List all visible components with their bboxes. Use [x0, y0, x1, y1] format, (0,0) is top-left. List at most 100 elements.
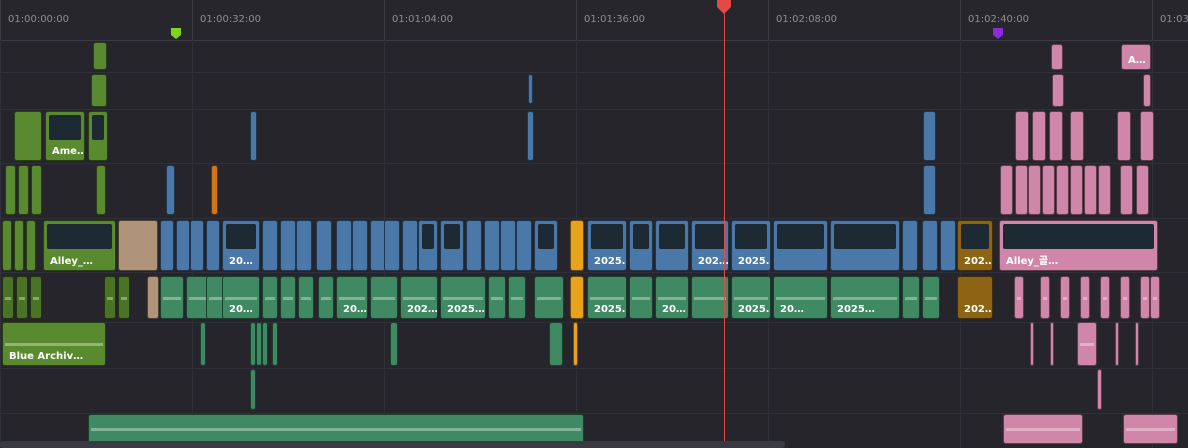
clip-v3[interactable]: [211, 165, 218, 215]
clip-v2[interactable]: [160, 220, 174, 271]
clip-v3[interactable]: [1028, 165, 1041, 215]
clip-v4[interactable]: [250, 111, 257, 161]
clip-v2[interactable]: [440, 220, 464, 271]
clip-v2[interactable]: [206, 220, 220, 271]
clip-a1-20[interactable]: 20…: [222, 276, 260, 319]
clip-a2[interactable]: [1135, 322, 1139, 366]
clip-v4[interactable]: [1049, 111, 1063, 161]
clip-a1[interactable]: [508, 276, 526, 319]
clip-a2-blue-archive[interactable]: Blue Archiv…: [2, 322, 106, 366]
clip-v3[interactable]: [18, 165, 29, 215]
clip-v2[interactable]: [176, 220, 190, 271]
clip-a2[interactable]: [200, 322, 206, 366]
clip-a1[interactable]: [922, 276, 940, 319]
clip-v2[interactable]: [2, 220, 12, 271]
clip-a2[interactable]: [549, 322, 563, 366]
clip-v2[interactable]: [940, 220, 956, 271]
marker-purple-icon[interactable]: [993, 28, 1003, 39]
clip-v3[interactable]: [166, 165, 175, 215]
clip-a2[interactable]: [272, 322, 278, 366]
clip-a3[interactable]: [1097, 369, 1102, 410]
clip-a1[interactable]: [1040, 276, 1050, 319]
clip-v4[interactable]: [923, 111, 936, 161]
clip-v3[interactable]: [923, 165, 936, 215]
clip-v2-gold[interactable]: 202…: [957, 220, 993, 271]
clip-v2[interactable]: [280, 220, 296, 271]
clip-a2[interactable]: [262, 322, 268, 366]
clip-a1[interactable]: [16, 276, 28, 319]
clip-v2[interactable]: [190, 220, 204, 271]
clip-v2[interactable]: [384, 220, 400, 271]
clip-v2[interactable]: [466, 220, 482, 271]
clip-a1[interactable]: 2025…: [587, 276, 627, 319]
clip-a1[interactable]: [1080, 276, 1090, 319]
clip-v2[interactable]: [352, 220, 368, 271]
clip-v3[interactable]: [1136, 165, 1149, 215]
clip-v2[interactable]: [902, 220, 918, 271]
clip-v3[interactable]: [1098, 165, 1111, 215]
clip-a1[interactable]: [1014, 276, 1024, 319]
clip-v3[interactable]: [31, 165, 42, 215]
clip-a1[interactable]: 202…: [400, 276, 438, 319]
clip-a1[interactable]: [902, 276, 920, 319]
clip-v3[interactable]: [1084, 165, 1097, 215]
clip-v6-a[interactable]: A…: [1121, 44, 1151, 70]
clip-v3[interactable]: [96, 165, 106, 215]
clip-v6[interactable]: [1051, 44, 1063, 70]
clip-v2[interactable]: [316, 220, 332, 271]
clip-a1[interactable]: [2, 276, 14, 319]
clip-a1[interactable]: 20…: [773, 276, 828, 319]
clip-v2[interactable]: [655, 220, 689, 271]
clip-a1[interactable]: [488, 276, 506, 319]
clip-v3[interactable]: [1015, 165, 1028, 215]
clip-a1[interactable]: [30, 276, 42, 319]
clip-v4[interactable]: [1117, 111, 1131, 161]
clip-v5[interactable]: [91, 74, 107, 107]
clip-v2[interactable]: [500, 220, 516, 271]
clip-a1[interactable]: [570, 276, 584, 319]
clip-a1-gold[interactable]: 202…: [957, 276, 993, 319]
clip-v3[interactable]: [1070, 165, 1083, 215]
clip-v2[interactable]: [402, 220, 418, 271]
clip-a1[interactable]: [1100, 276, 1110, 319]
clip-v2[interactable]: 2025…: [731, 220, 771, 271]
clip-a1[interactable]: [160, 276, 184, 319]
clip-v2[interactable]: [629, 220, 653, 271]
clip-a1[interactable]: [1060, 276, 1070, 319]
clip-v5[interactable]: [1143, 74, 1151, 107]
clip-a1[interactable]: 20…: [655, 276, 689, 319]
clip-v2[interactable]: [484, 220, 500, 271]
clip-v6[interactable]: [93, 42, 107, 70]
clip-v2-20[interactable]: 20…: [222, 220, 260, 271]
clip-a1[interactable]: [370, 276, 398, 319]
clip-a2[interactable]: [1050, 322, 1054, 366]
clip-v2[interactable]: [262, 220, 278, 271]
clip-a2[interactable]: [1077, 322, 1097, 366]
clip-v4-ame[interactable]: Ame…: [45, 111, 85, 161]
clip-a2[interactable]: [390, 322, 398, 366]
clip-a1[interactable]: [1140, 276, 1150, 319]
clip-v4[interactable]: [527, 111, 534, 161]
clip-a1[interactable]: [1120, 276, 1130, 319]
playhead-line[interactable]: [724, 6, 725, 448]
clip-a1[interactable]: [534, 276, 564, 319]
clip-a1[interactable]: 20…: [336, 276, 368, 319]
clip-a1[interactable]: [104, 276, 116, 319]
horizontal-scrollbar[interactable]: [0, 441, 785, 448]
clip-v2[interactable]: [830, 220, 900, 271]
clip-a1[interactable]: [118, 276, 130, 319]
timeline-panel[interactable]: 01:00:00:00 01:00:32:00 01:01:04:00 01:0…: [0, 0, 1188, 448]
clip-v4[interactable]: [1032, 111, 1046, 161]
clip-v2[interactable]: [534, 220, 558, 271]
clip-v2[interactable]: [516, 220, 532, 271]
clip-v2[interactable]: [418, 220, 438, 271]
clip-a4-music[interactable]: [88, 414, 584, 444]
clip-v3[interactable]: [1056, 165, 1069, 215]
clip-v2-2025[interactable]: 2025…: [587, 220, 627, 271]
clip-v3[interactable]: [1120, 165, 1133, 215]
clip-a1[interactable]: [262, 276, 278, 319]
clip-a2[interactable]: [1115, 322, 1119, 366]
clip-v4[interactable]: [14, 111, 42, 161]
clip-v2-alley-pink[interactable]: Alley_골…: [999, 220, 1158, 271]
clip-a1[interactable]: [318, 276, 334, 319]
